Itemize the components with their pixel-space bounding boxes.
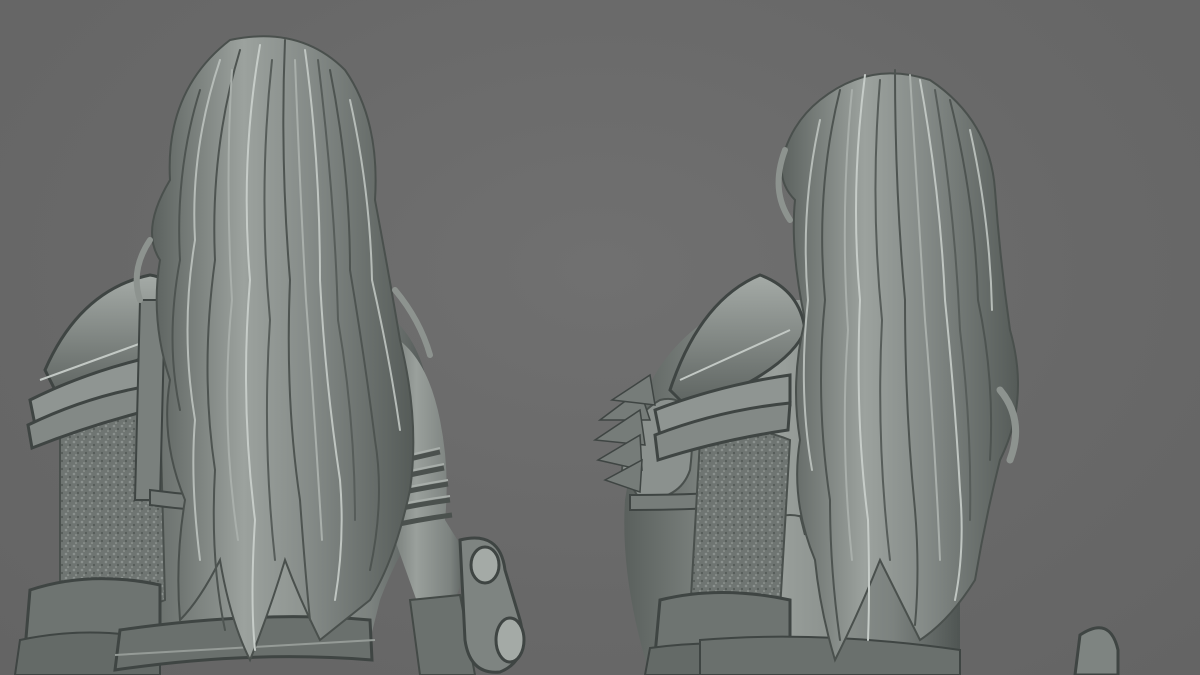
textured-sleeve-2 bbox=[688, 429, 792, 620]
long-hair-2 bbox=[780, 72, 1019, 663]
held-grip-2 bbox=[1073, 626, 1120, 675]
render-canvas bbox=[13, 35, 1120, 675]
figure-three-quarter-view bbox=[592, 69, 1120, 675]
figure-back-view bbox=[13, 35, 526, 675]
sculpt-viewport bbox=[0, 0, 1200, 675]
